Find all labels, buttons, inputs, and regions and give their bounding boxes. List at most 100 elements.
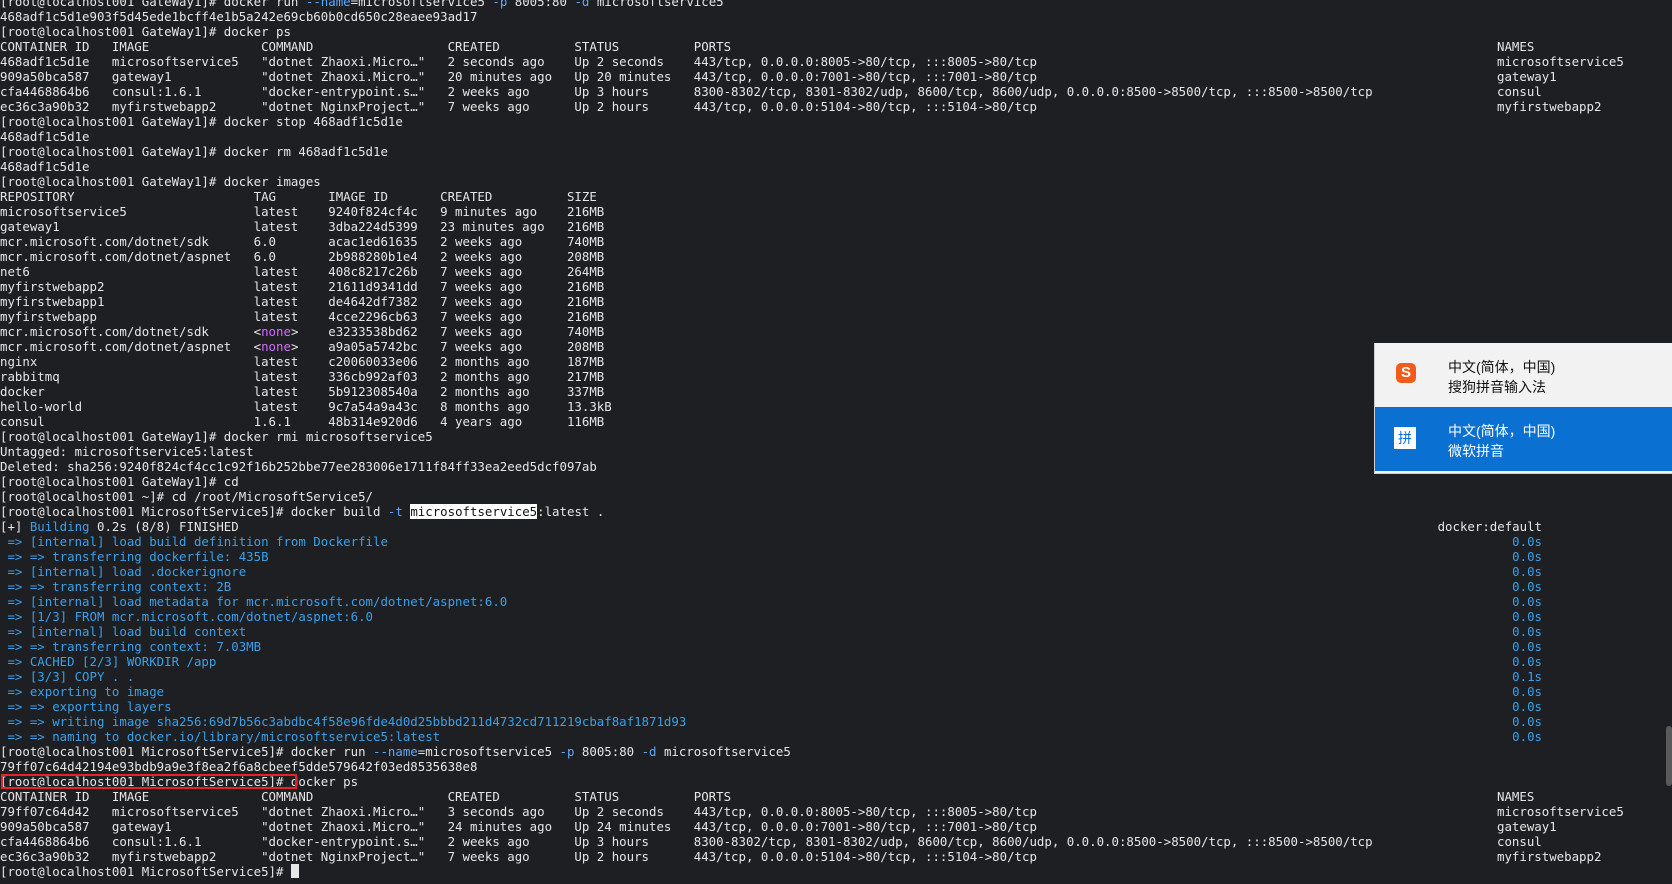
terminal-text: cfa4468864b6 consul:1.6.1 "docker-entryp… <box>0 84 1373 99</box>
terminal-text: myfirstwebapp latest 4cce2296cb63 7 week… <box>0 309 605 324</box>
terminal-line-prefix: [root@localhost001 GateWay1]# docker run <box>0 0 306 9</box>
terminal-right-column: NAMES <box>1497 789 1535 804</box>
terminal-span: 8005:80 <box>574 744 642 759</box>
terminal-right-column: 0.0s <box>1512 639 1542 654</box>
terminal-line: mcr.microsoft.com/dotnet/aspnet 6.0 2b98… <box>0 249 1672 264</box>
terminal-line: [root@localhost001 MicrosoftService5]# d… <box>0 744 1672 759</box>
terminal-line: 79ff07c64d42 microsoftservice5 "dotnet Z… <box>0 804 1672 819</box>
terminal-line: => [internal] load build definition from… <box>0 534 1672 549</box>
terminal-line: => [3/3] COPY . . 0.1s <box>0 669 1672 684</box>
terminal-span: microsoftservice5 <box>410 504 538 519</box>
terminal-line: [root@localhost001 GateWay1]# docker run… <box>0 0 1672 9</box>
terminal-span: mcr.microsoft.com/dotnet/sdk < <box>0 324 262 339</box>
terminal-text: gateway1 latest 3dba224d5399 23 minutes … <box>0 219 605 234</box>
terminal-line: [+] Building 0.2s (8/8) FINISHED docker:d… <box>0 519 1672 534</box>
terminal-line: => => writing image sha256:69d7b56c3abdb… <box>0 714 1672 729</box>
terminal-text: => => exporting layers <box>0 699 172 714</box>
ime-option-sogou[interactable]: S 中文(简体，中国) 搜狗拼音输入法 <box>1375 343 1672 404</box>
terminal-line: CONTAINER ID IMAGE COMMAND CREATED STATU… <box>0 789 1672 804</box>
terminal-text: => [3/3] COPY . . <box>0 669 135 684</box>
terminal-right-column: 0.0s <box>1512 534 1542 549</box>
terminal-line: [root@localhost001 MicrosoftService5]# d… <box>0 774 1672 789</box>
terminal-right-column: 0.0s <box>1512 579 1542 594</box>
terminal-text: REPOSITORY TAG IMAGE ID CREATED SIZE <box>0 189 597 204</box>
ime-option-language: 中文(简体，中国) <box>1448 359 1556 375</box>
terminal-line: [root@localhost001 ~]# cd /root/Microsof… <box>0 489 1672 504</box>
text-cursor <box>290 864 299 878</box>
terminal-text: => exporting to image <box>0 684 165 699</box>
terminal-right-column: myfirstwebapp2 <box>1497 99 1602 114</box>
terminal-span: -t <box>387 504 403 519</box>
terminal-right-column: 0.0s <box>1512 609 1542 624</box>
terminal-text: [root@localhost001 GateWay1]# docker rmi… <box>0 429 433 444</box>
terminal-line: [root@localhost001 GateWay1]# docker ima… <box>0 174 1672 189</box>
terminal-line: ec36c3a90b32 myfirstwebapp2 "dotnet Ngin… <box>0 99 1672 114</box>
terminal-line: [root@localhost001 MicrosoftService5]# <box>0 864 1672 879</box>
ime-option-microsoft-pinyin[interactable]: 拼 中文(简体，中国) 微软拼音 <box>1375 407 1672 471</box>
terminal-right-column: 0.0s <box>1512 549 1542 564</box>
terminal-text: CONTAINER ID IMAGE COMMAND CREATED STATU… <box>0 39 732 54</box>
scrollbar-thumb[interactable] <box>1666 726 1672 786</box>
terminal-line: [root@localhost001 GateWay1]# docker ps <box>0 24 1672 39</box>
terminal-right-column: 0.0s <box>1512 654 1542 669</box>
terminal-line: 468adf1c5d1e <box>0 129 1672 144</box>
terminal-line: => [1/3] FROM mcr.microsoft.com/dotnet/a… <box>0 609 1672 624</box>
terminal-span: -d <box>574 0 590 9</box>
terminal-span: mcr.microsoft.com/dotnet/aspnet < <box>0 339 262 354</box>
terminal-line: => => transferring dockerfile: 435B 0.0s <box>0 549 1672 564</box>
terminal-text: [root@localhost001 ~]# cd /root/Microsof… <box>0 489 373 504</box>
terminal-line: 79ff07c64d42194e93bdb9a9e3f8ea2f6a8cbeef… <box>0 759 1672 774</box>
terminal-text: => [internal] load build context <box>0 624 247 639</box>
terminal-line: 909a50bca587 gateway1 "dotnet Zhaoxi.Mic… <box>0 819 1672 834</box>
terminal-line: cfa4468864b6 consul:1.6.1 "docker-entryp… <box>0 834 1672 849</box>
terminal-text: => [internal] load metadata for mcr.micr… <box>0 594 508 609</box>
terminal-line: mcr.microsoft.com/dotnet/sdk 6.0 acac1ed… <box>0 234 1672 249</box>
terminal-text: nginx latest c20060033e06 2 months ago 1… <box>0 354 605 369</box>
terminal-right-column: gateway1 <box>1497 819 1557 834</box>
terminal-line: REPOSITORY TAG IMAGE ID CREATED SIZE <box>0 189 1672 204</box>
terminal-span: [root@localhost001 MicrosoftService5]# d… <box>0 744 373 759</box>
terminal-text: [root@localhost001 GateWay1]# docker ps <box>0 24 291 39</box>
terminal-span: =microsoftservice5 <box>350 0 493 9</box>
terminal-span: Building <box>29 519 90 534</box>
terminal-right-column: 0.0s <box>1512 699 1542 714</box>
terminal-line: 468adf1c5d1e <box>0 159 1672 174</box>
terminal-text: ec36c3a90b32 myfirstwebapp2 "dotnet Ngin… <box>0 849 1037 864</box>
terminal-line: 468adf1c5d1e microsoftservice5 "dotnet Z… <box>0 54 1672 69</box>
terminal-line: => => transferring context: 2B 0.0s <box>0 579 1672 594</box>
terminal-text: [root@localhost001 MicrosoftService5]# <box>0 864 291 879</box>
terminal-text: cfa4468864b6 consul:1.6.1 "docker-entryp… <box>0 834 1373 849</box>
terminal-right-column: docker:default <box>1437 519 1542 534</box>
terminal-text: => => transferring context: 2B <box>0 579 232 594</box>
terminal-line: ec36c3a90b32 myfirstwebapp2 "dotnet Ngin… <box>0 849 1672 864</box>
terminal-text: hello-world latest 9c7a54a9a43c 8 months… <box>0 399 612 414</box>
terminal-span: -p <box>559 744 575 759</box>
terminal-line: [root@localhost001 GateWay1]# cd <box>0 474 1672 489</box>
terminal-line: mcr.microsoft.com/dotnet/sdk <none> e323… <box>0 324 1672 339</box>
terminal-text: [root@localhost001 GateWay1]# docker ima… <box>0 174 321 189</box>
terminal-line: => CACHED [2/3] WORKDIR /app 0.0s <box>0 654 1672 669</box>
terminal-span: =microsoftservice5 <box>417 744 560 759</box>
terminal-line: myfirstwebapp1 latest de4642df7382 7 wee… <box>0 294 1672 309</box>
terminal-right-column: 0.0s <box>1512 624 1542 639</box>
terminal-text: Deleted: sha256:9240f824cf4cc1c92f16b252… <box>0 459 597 474</box>
terminal-text: => => transferring context: 7.03MB <box>0 639 262 654</box>
terminal-text: 909a50bca587 gateway1 "dotnet Zhaoxi.Mic… <box>0 819 1037 834</box>
ime-option-language: 中文(简体，中国) <box>1448 423 1556 439</box>
terminal-span: > a9a05a5742bc 7 weeks ago 208MB <box>290 339 605 354</box>
terminal-line: gateway1 latest 3dba224d5399 23 minutes … <box>0 219 1672 234</box>
terminal-span: --name <box>305 0 351 9</box>
terminal-text: => [internal] load .dockerignore <box>0 564 247 579</box>
sogou-icon: S <box>1396 363 1416 383</box>
terminal-line: => exporting to image 0.0s <box>0 684 1672 699</box>
terminal-text: [root@localhost001 GateWay1]# docker rm … <box>0 144 388 159</box>
terminal-text: => [internal] load build definition from… <box>0 534 388 549</box>
terminal-text: mcr.microsoft.com/dotnet/sdk 6.0 acac1ed… <box>0 234 605 249</box>
terminal-text: Untagged: microsoftservice5:latest <box>0 444 254 459</box>
terminal-span: -p <box>492 0 508 9</box>
terminal-text: 468adf1c5d1e microsoftservice5 "dotnet Z… <box>0 54 1037 69</box>
terminal-text: 468adf1c5d1e <box>0 159 90 174</box>
terminal-line: 468adf1c5d1e903f5d45ede1bcff4e1b5a242e69… <box>0 9 1672 24</box>
terminal-line: [root@localhost001 MicrosoftService5]# d… <box>0 504 1672 519</box>
terminal-right-column: consul <box>1497 84 1542 99</box>
